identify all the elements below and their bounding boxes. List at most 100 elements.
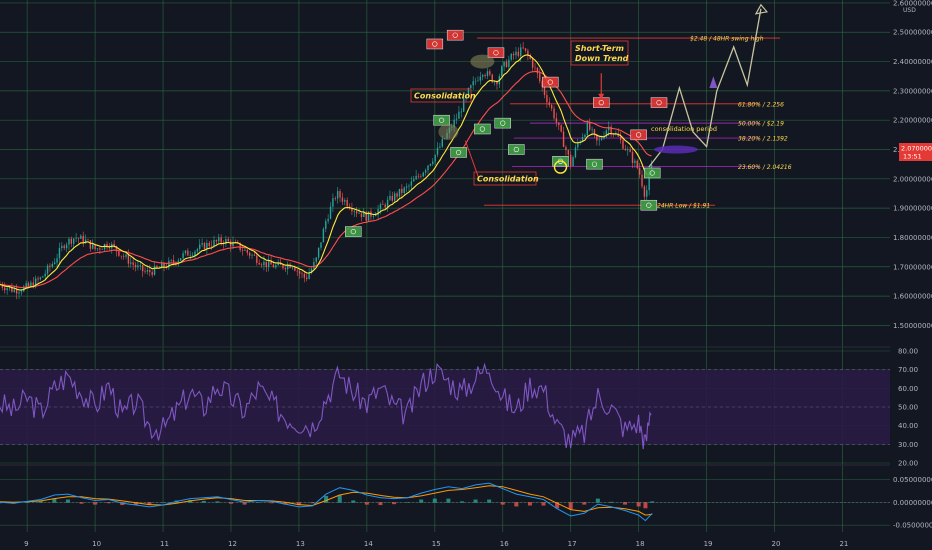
buy-marker-icon — [586, 158, 603, 170]
candle-body — [77, 238, 80, 239]
level-label: 24HR Low / $1.91 — [657, 203, 710, 210]
candle-body — [320, 242, 322, 248]
buy-marker-icon — [345, 226, 362, 237]
candle-body — [327, 218, 329, 222]
candle-body — [410, 181, 413, 186]
consolidation-label-2: Consolidation — [477, 175, 539, 184]
candle-body — [510, 53, 512, 60]
candle-body — [191, 255, 194, 256]
time-tick-label: 20 — [772, 540, 781, 548]
candle-body — [298, 271, 301, 274]
candle-body — [546, 95, 548, 103]
candle-body — [586, 122, 589, 135]
candle-body — [636, 160, 638, 169]
candle-body — [482, 75, 484, 77]
candle-body — [472, 81, 474, 86]
candle-body — [53, 262, 56, 264]
candle-body — [420, 176, 422, 177]
candle-body — [424, 170, 427, 173]
price-tick-label: 1.70000000 — [893, 263, 932, 271]
candle-body — [248, 252, 251, 256]
candle-body — [439, 146, 441, 148]
consolidation-zone-1 — [470, 54, 495, 69]
candle-body — [294, 267, 296, 271]
consolidation-zone-2 — [438, 123, 459, 140]
rsi-tick-label: 30.00 — [898, 441, 918, 449]
candle-body — [284, 268, 287, 270]
candle-body — [503, 61, 505, 67]
candle-body — [624, 148, 627, 151]
candle-body — [89, 240, 92, 249]
candle-body — [522, 47, 524, 49]
candle-body — [391, 195, 394, 201]
candle-body — [515, 51, 517, 56]
candle-body — [65, 244, 68, 249]
price-axis[interactable]: 2.600000002.500000002.400000002.30000000… — [890, 0, 932, 550]
candle-body — [589, 122, 591, 130]
candle-body — [210, 245, 213, 247]
candle-body — [92, 244, 94, 249]
candle-body — [184, 250, 187, 254]
time-tick-label: 16 — [500, 540, 509, 548]
candle-body — [296, 270, 298, 272]
candle-body — [315, 257, 317, 262]
level-label: 61.80% / 2.256 — [738, 101, 784, 108]
candle-body — [37, 278, 39, 280]
candle-body — [539, 73, 541, 82]
candle-body — [82, 235, 84, 243]
candle-body — [641, 174, 643, 187]
candle-body — [646, 190, 648, 197]
candle-body — [18, 292, 20, 294]
candle-body — [577, 142, 579, 148]
time-axis[interactable]: 9 10 11 12 13 14 15 16 17 18 19 20 21 — [0, 536, 932, 550]
candle-body — [555, 118, 558, 123]
candle-body — [332, 198, 334, 207]
candle-body — [455, 118, 458, 120]
candle-body — [470, 85, 472, 88]
macd-histogram-bar — [364, 502, 369, 505]
time-tick-label: 10 — [92, 540, 101, 548]
consolidation-period-marker — [653, 145, 698, 154]
macd-histogram-bar — [643, 502, 648, 509]
candle-body — [329, 206, 332, 219]
candle-body — [627, 149, 629, 151]
rsi-tick-label: 80.00 — [898, 348, 918, 356]
candle-body — [336, 191, 339, 199]
macd-histogram-bar — [623, 502, 628, 505]
candle-body — [401, 188, 403, 193]
candle-body — [460, 111, 463, 113]
candle-body — [46, 265, 49, 274]
candle-body — [301, 273, 303, 275]
time-tick-label: 14 — [364, 540, 373, 548]
sell-marker-icon — [446, 29, 464, 41]
rsi-tick-label: 50.00 — [898, 404, 918, 412]
candle-body — [265, 261, 268, 268]
candle-body — [127, 254, 130, 264]
level-label: 23.60% / 2.04216 — [738, 164, 792, 171]
sell-marker-icon — [487, 47, 505, 59]
macd-histogram-bar — [324, 495, 329, 503]
candle-body — [61, 245, 63, 249]
candle-body — [130, 262, 132, 264]
sell-marker-icon — [426, 38, 444, 50]
candle-body — [303, 273, 306, 278]
level-label: 38.20% / 2.1392 — [738, 136, 788, 143]
candle-body — [531, 58, 534, 68]
candle-body — [141, 265, 144, 272]
price-tick-label: 2.00000000 — [893, 175, 932, 183]
candle-body — [600, 138, 603, 140]
macd-histogram-bar — [568, 502, 573, 510]
candle-body — [56, 258, 58, 263]
candle-body — [87, 239, 89, 241]
candle-body — [313, 261, 315, 269]
candle-body — [146, 270, 149, 272]
candle-body — [413, 179, 415, 182]
time-tick-label: 17 — [568, 540, 577, 548]
macd-histogram-bar — [514, 502, 519, 507]
candle-body — [403, 187, 405, 193]
candle-body — [355, 211, 358, 214]
candle-body — [325, 221, 327, 229]
macd-histogram-bar — [541, 502, 546, 506]
candle-body — [322, 228, 325, 243]
candle-body — [386, 199, 389, 208]
